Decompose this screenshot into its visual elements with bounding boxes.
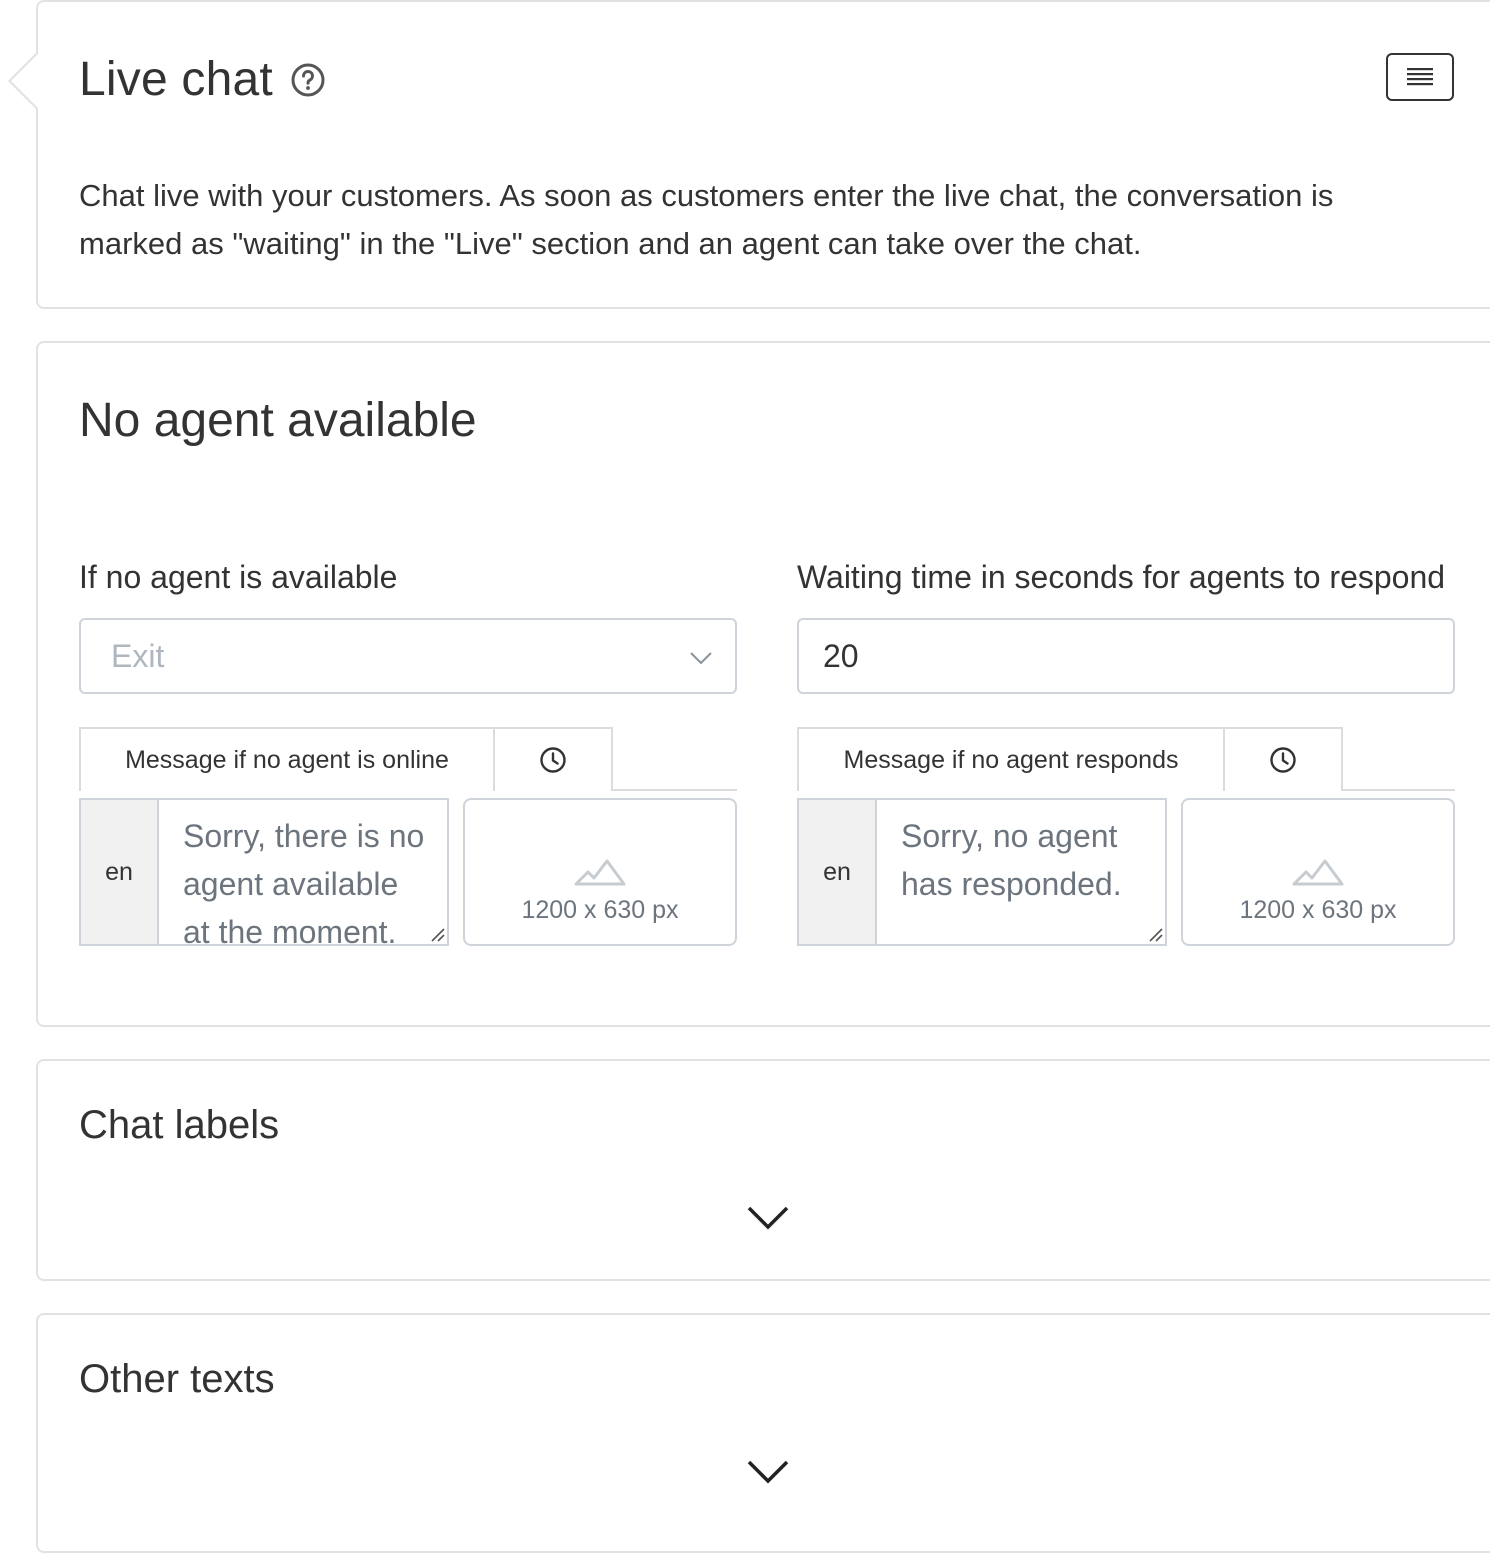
tab-message-no-agent-responds[interactable]: Message if no agent responds [797, 727, 1225, 791]
no-agent-action-select[interactable]: Exit [79, 618, 737, 694]
live-chat-card: Live chat Chat live with your customers.… [11, 0, 1490, 309]
section-title-chat-labels: Chat labels [79, 1103, 280, 1147]
tab-label: Message if no agent is online [125, 745, 449, 774]
message-tabs-right: Message if no agent responds [797, 727, 1455, 791]
clock-icon [540, 747, 566, 773]
section-title-other-texts: Other texts [79, 1357, 275, 1401]
question-circle-icon[interactable] [290, 62, 326, 98]
clock-icon [1270, 747, 1296, 773]
card-pointer-fill [11, 53, 39, 109]
tab-schedule-right[interactable] [1223, 727, 1343, 791]
hamburger-menu-icon [1407, 68, 1433, 86]
image-upload-left[interactable]: 1200 x 630 px [463, 798, 737, 946]
waiting-time-input[interactable] [797, 618, 1455, 694]
chevron-down-icon[interactable] [747, 1459, 789, 1485]
other-texts-card[interactable]: Other texts [36, 1313, 1490, 1553]
message-text[interactable]: Sorry, no agent has responded. [901, 812, 1147, 944]
message-textarea-right[interactable]: en Sorry, no agent has responded. [797, 798, 1167, 946]
waiting-time-label: Waiting time in seconds for agents to re… [797, 559, 1446, 595]
chat-labels-card[interactable]: Chat labels [36, 1059, 1490, 1281]
resize-handle-icon[interactable] [429, 926, 445, 942]
image-placeholder-icon [1292, 859, 1344, 886]
tab-message-no-agent-online[interactable]: Message if no agent is online [79, 727, 495, 791]
tab-schedule-left[interactable] [493, 727, 613, 791]
image-size-hint: 1200 x 630 px [1239, 896, 1397, 924]
select-value: Exit [111, 638, 165, 674]
no-agent-select-label: If no agent is available [79, 559, 398, 595]
message-tabs-left: Message if no agent is online [79, 727, 737, 791]
image-placeholder-icon [574, 859, 626, 886]
image-size-hint: 1200 x 630 px [521, 896, 679, 924]
message-textarea-left[interactable]: en Sorry, there is no agent available at… [79, 798, 449, 946]
message-text[interactable]: Sorry, there is no agent available at th… [183, 812, 429, 944]
language-code: en [799, 800, 877, 944]
page-title: Live chat [79, 53, 273, 106]
section-title-no-agent: No agent available [79, 394, 477, 447]
live-chat-description: Chat live with your customers. As soon a… [79, 178, 1334, 261]
chevron-down-icon [690, 652, 712, 665]
resize-handle-icon[interactable] [1147, 926, 1163, 942]
language-code: en [81, 800, 159, 944]
chevron-down-icon[interactable] [747, 1205, 789, 1231]
no-agent-card: No agent available If no agent is availa… [36, 341, 1490, 1027]
menu-button[interactable] [1386, 53, 1454, 101]
image-upload-right[interactable]: 1200 x 630 px [1181, 798, 1455, 946]
tab-label: Message if no agent responds [843, 745, 1179, 774]
